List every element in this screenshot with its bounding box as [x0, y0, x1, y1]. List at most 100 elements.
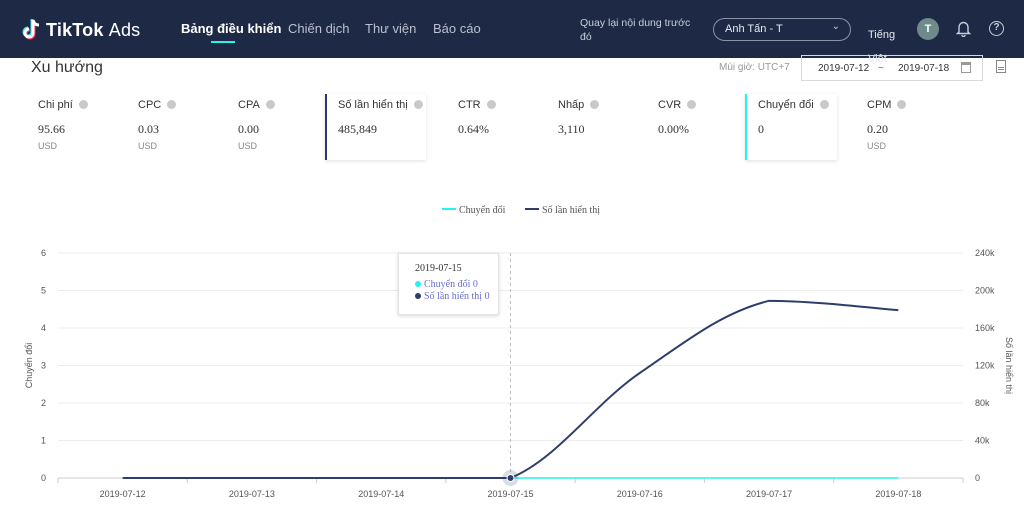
nav-dashboard[interactable]: Bảng điều khiển	[181, 21, 281, 36]
legend-swatch	[525, 208, 539, 210]
avatar[interactable]: T	[917, 18, 939, 40]
account-selector[interactable]: Anh Tấn - T ⌄	[713, 18, 851, 41]
legend-label: Số lần hiển thị	[542, 205, 601, 216]
y-right-tick-label: 240k	[975, 248, 995, 258]
tooltip-dot	[415, 281, 421, 287]
y-left-tick-label: 0	[41, 473, 46, 483]
export-file-icon[interactable]	[996, 60, 1006, 73]
metric-value: 0.00	[238, 122, 259, 136]
info-icon	[590, 100, 600, 109]
y-right-tick-label: 120k	[975, 361, 995, 371]
account-name: Anh Tấn - T	[725, 23, 783, 35]
nav-library[interactable]: Thư viện	[365, 21, 416, 36]
brand-name: TikTok Ads	[46, 19, 141, 40]
y-right-tick-label: 40k	[975, 436, 990, 446]
y-right-axis-title: Số lần hiển thị	[1004, 337, 1014, 394]
metric-ctr[interactable]: CTR 0.64%	[450, 94, 545, 160]
tooltip-dot	[415, 293, 421, 299]
tooltip-row-conversions: Chuyển đổi 0	[415, 279, 478, 290]
x-tick-label: 2019-07-16	[617, 489, 663, 499]
legend-label: Chuyển đổi	[459, 205, 506, 216]
section-title: Xu hướng	[31, 59, 103, 76]
metric-value: 0	[758, 122, 764, 136]
metric-unit: USD	[138, 141, 158, 151]
nav-reports[interactable]: Báo cáo	[433, 21, 481, 36]
metric-label: CPA	[238, 99, 275, 111]
tooltip-row-impressions: Số lần hiển thị 0	[415, 291, 490, 302]
tiktok-logo-icon	[22, 19, 40, 40]
metric-label: Số lần hiển thị	[338, 99, 423, 111]
info-icon	[265, 100, 275, 109]
x-tick-label: 2019-07-18	[875, 489, 921, 499]
nav-active-indicator	[211, 41, 235, 43]
help-icon[interactable]: ?	[989, 21, 1004, 36]
metric-label: Chuyển đổi	[758, 99, 829, 111]
metric-label: CPM	[867, 99, 907, 111]
y-left-tick-label: 2	[41, 398, 46, 408]
metric-value: 0.64%	[458, 122, 489, 136]
tooltip-value: 0	[484, 291, 490, 302]
selected-indicator	[745, 94, 747, 160]
legend-swatch	[442, 208, 456, 210]
metric-value: 95.66	[38, 122, 65, 136]
info-icon	[167, 100, 177, 109]
date-start: 2019-07-12	[818, 63, 870, 74]
metric-value: 0.03	[138, 122, 159, 136]
top-navigation-bar: TikTok Ads Bảng điều khiển Chiến dịch Th…	[0, 0, 1024, 65]
metric-value: 0.20	[867, 122, 888, 136]
info-icon	[897, 100, 907, 109]
metric-label: CTR	[458, 99, 496, 111]
y-left-tick-label: 6	[41, 248, 46, 258]
metric-clicks[interactable]: Nhấp 3,110	[550, 94, 645, 160]
metric-conversions[interactable]: Chuyển đổi 0	[745, 94, 837, 160]
legend-item-impressions[interactable]: Số lần hiển thị	[525, 205, 600, 216]
metric-value: 3,110	[558, 122, 585, 136]
info-icon	[819, 100, 829, 109]
metric-label: Chi phí	[38, 99, 88, 111]
metric-cost[interactable]: Chi phí 95.66 USD	[30, 94, 125, 160]
x-tick-label: 2019-07-17	[746, 489, 792, 499]
info-icon	[486, 100, 496, 109]
y-left-tick-label: 4	[41, 323, 46, 333]
date-range-picker[interactable]: 2019-07-12 ~ 2019-07-18	[801, 55, 983, 81]
y-right-tick-label: 0	[975, 473, 980, 483]
tiktok-ads-logo[interactable]: TikTok Ads	[22, 16, 140, 44]
metric-unit: USD	[38, 141, 58, 151]
y-right-tick-label: 200k	[975, 286, 995, 296]
y-left-tick-label: 5	[41, 286, 46, 296]
nav-campaigns[interactable]: Chiến dịch	[288, 21, 349, 36]
x-tick-label: 2019-07-15	[487, 489, 533, 499]
trend-chart[interactable]: 0 1 2 3 4 5 6 0 40k 80k 120k 160k 200k 240k 2019-07-12…	[0, 225, 1024, 508]
info-icon	[78, 100, 88, 109]
back-to-previous-link[interactable]: Quay lại nội dung trước đó	[580, 16, 692, 44]
chart-tooltip: 2019-07-15 Chuyển đổi 0 Số lần hiển thị …	[398, 253, 499, 315]
date-separator: ~	[878, 63, 884, 74]
tooltip-date: 2019-07-15	[415, 263, 462, 274]
metric-cpa[interactable]: CPA 0.00 USD	[230, 94, 325, 160]
metric-unit: USD	[238, 141, 258, 151]
metric-label: Nhấp	[558, 99, 600, 111]
tooltip-label: Chuyển đổi	[424, 279, 471, 290]
y-right-tick-label: 80k	[975, 398, 990, 408]
tooltip-label: Số lần hiển thị	[424, 291, 483, 302]
metric-label: CPC	[138, 99, 177, 111]
x-tick-label: 2019-07-12	[100, 489, 146, 499]
info-icon	[413, 100, 423, 109]
y-left-tick-label: 1	[41, 436, 46, 446]
metric-cpc[interactable]: CPC 0.03 USD	[130, 94, 225, 160]
metric-cpm[interactable]: CPM 0.20 USD	[859, 94, 954, 160]
bell-icon[interactable]	[956, 20, 971, 37]
y-right-tick-label: 160k	[975, 323, 995, 333]
metric-value: 485,849	[338, 122, 377, 136]
metric-impressions[interactable]: Số lần hiển thị 485,849	[325, 94, 426, 160]
calendar-icon	[961, 62, 971, 73]
date-end: 2019-07-18	[898, 63, 950, 74]
metric-unit: USD	[867, 141, 887, 151]
y-left-axis-title: Chuyển đổi	[24, 343, 34, 389]
hover-marker-point	[506, 474, 515, 482]
metric-cvr[interactable]: CVR 0.00%	[650, 94, 745, 160]
selected-indicator	[325, 94, 327, 160]
x-tick-label: 2019-07-13	[229, 489, 275, 499]
metric-label: CVR	[658, 99, 697, 111]
legend-item-conversions[interactable]: Chuyển đổi	[442, 205, 505, 216]
